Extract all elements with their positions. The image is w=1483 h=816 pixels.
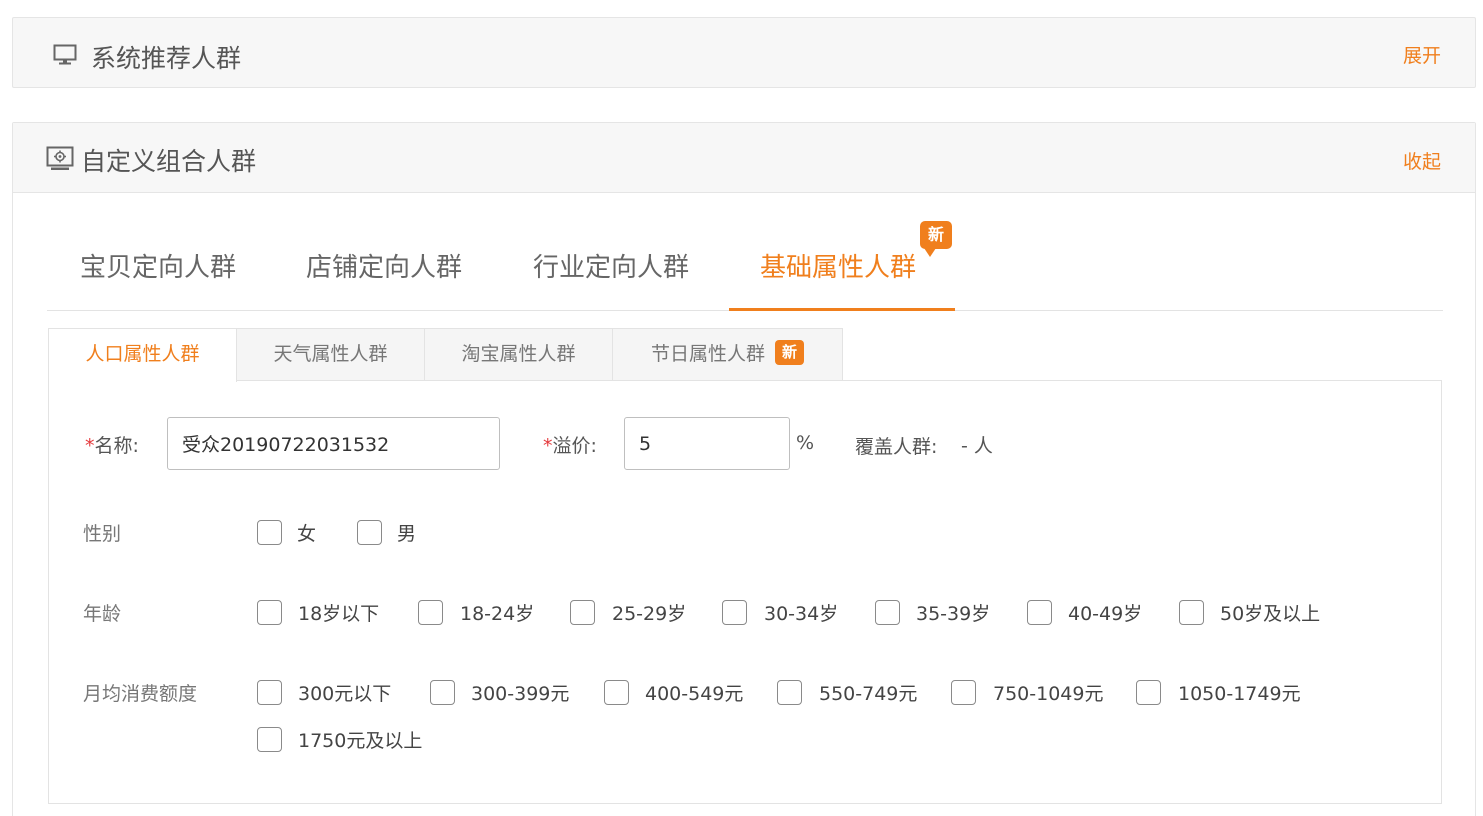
custom-combination-panel: 自定义组合人群 收起 宝贝定向人群 店铺定向人群 行业定向人群 基础属性人群 新… [12, 122, 1476, 816]
demographics-form: *名称: *溢价: % 覆盖人群: - 人 性别 女 男 年龄 18岁以下 18… [48, 380, 1442, 804]
subtab-taobao[interactable]: 淘宝属性人群 [424, 328, 613, 381]
checkbox-age-50-plus[interactable] [1179, 600, 1204, 625]
checkbox-label: 300-399元 [471, 683, 570, 705]
checkbox-label: 750-1049元 [993, 683, 1104, 705]
checkbox-label: 35-39岁 [916, 603, 991, 625]
coverage-value: - 人 [961, 435, 993, 457]
checkbox-label: 30-34岁 [764, 603, 839, 625]
checkbox-age-40-49[interactable] [1027, 600, 1052, 625]
checkbox-label: 18岁以下 [298, 603, 380, 625]
name-input[interactable] [167, 417, 500, 470]
checkbox-female[interactable] [257, 520, 282, 545]
subtab-label: 淘宝属性人群 [461, 343, 576, 365]
system-recommended-panel: 系统推荐人群 展开 [12, 17, 1476, 88]
tab-store-targeting[interactable]: 店铺定向人群 [306, 247, 462, 284]
checkbox-spend-750-1049[interactable] [951, 680, 976, 705]
checkbox-label: 1050-1749元 [1178, 683, 1301, 705]
checkbox-spend-550-749[interactable] [777, 680, 802, 705]
subtab-weather[interactable]: 天气属性人群 [236, 328, 425, 381]
checkbox-age-35-39[interactable] [875, 600, 900, 625]
checkbox-label: 300元以下 [298, 683, 392, 705]
checkbox-age-under-18[interactable] [257, 600, 282, 625]
checkbox-age-30-34[interactable] [722, 600, 747, 625]
checkbox-label: 50岁及以上 [1220, 603, 1321, 625]
subtab-label: 天气属性人群 [273, 343, 388, 365]
checkbox-male[interactable] [357, 520, 382, 545]
gender-label: 性别 [83, 523, 122, 545]
checkbox-spend-1750-plus[interactable] [257, 727, 282, 752]
subtab-demographics[interactable]: 人口属性人群 [48, 328, 237, 382]
sub-tab-strip: 人口属性人群 天气属性人群 淘宝属性人群 节日属性人群新 [48, 328, 844, 382]
age-label: 年龄 [83, 603, 122, 625]
sub-tabs-area: 人口属性人群 天气属性人群 淘宝属性人群 节日属性人群新 *名称: *溢价: %… [48, 328, 1442, 804]
premium-input[interactable] [624, 417, 790, 470]
tab-basic-attributes[interactable]: 基础属性人群 [760, 247, 916, 284]
checkbox-label: 550-749元 [819, 683, 918, 705]
panel-title: 系统推荐人群 [91, 44, 242, 73]
name-label: *名称: [85, 435, 139, 457]
new-badge: 新 [775, 340, 804, 365]
checkbox-spend-1050-1749[interactable] [1136, 680, 1161, 705]
tab-industry-targeting[interactable]: 行业定向人群 [533, 247, 689, 284]
checkbox-label: 18-24岁 [460, 603, 535, 625]
checkbox-label: 男 [397, 523, 417, 545]
expand-link[interactable]: 展开 [1403, 41, 1441, 68]
monitor-icon [53, 44, 77, 70]
subtab-holiday[interactable]: 节日属性人群新 [612, 328, 843, 381]
tab-item-targeting[interactable]: 宝贝定向人群 [80, 247, 236, 284]
coverage-label: 覆盖人群: [855, 436, 938, 458]
premium-unit: % [796, 432, 815, 454]
checkbox-label: 40-49岁 [1068, 603, 1143, 625]
panel-header: 自定义组合人群 收起 [13, 123, 1475, 193]
checkbox-label: 25-29岁 [612, 603, 687, 625]
spending-label: 月均消费额度 [83, 683, 198, 705]
panel-title: 自定义组合人群 [81, 147, 257, 176]
checkbox-age-18-24[interactable] [418, 600, 443, 625]
checkbox-label: 400-549元 [645, 683, 744, 705]
checkbox-spend-under-300[interactable] [257, 680, 282, 705]
main-tabs: 宝贝定向人群 店铺定向人群 行业定向人群 基础属性人群 新 [47, 217, 1443, 311]
new-badge: 新 [920, 221, 952, 257]
collapse-link[interactable]: 收起 [1403, 147, 1441, 174]
checkbox-label: 1750元及以上 [298, 730, 423, 752]
screen-cog-icon [46, 146, 74, 176]
active-tab-indicator [729, 308, 955, 311]
subtab-label: 人口属性人群 [85, 343, 200, 365]
premium-label: *溢价: [543, 435, 597, 457]
checkbox-label: 女 [297, 523, 317, 545]
subtab-label: 节日属性人群 [650, 343, 765, 365]
checkbox-age-25-29[interactable] [570, 600, 595, 625]
checkbox-spend-400-549[interactable] [604, 680, 629, 705]
checkbox-spend-300-399[interactable] [430, 680, 455, 705]
